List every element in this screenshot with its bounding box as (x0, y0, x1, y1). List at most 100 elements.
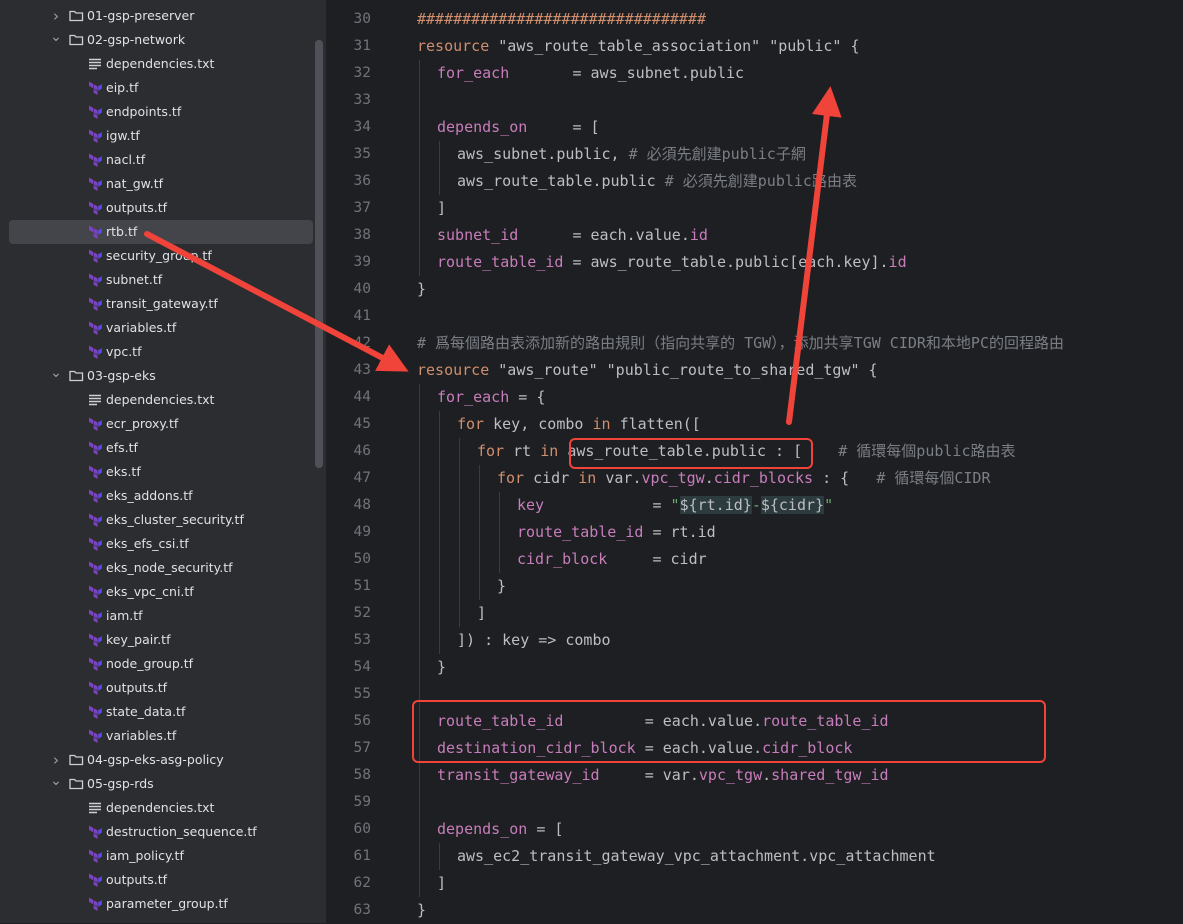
tree-file[interactable]: nacl.tf (0, 148, 326, 172)
code-line: ] (437, 195, 446, 222)
code-line: for key, combo in flatten([ (457, 411, 701, 438)
line-number: 40 (353, 281, 371, 297)
terraform-file-icon (87, 316, 103, 340)
tree-file[interactable]: key_pair.tf (0, 628, 326, 652)
terraform-file-icon (87, 508, 103, 532)
tree-file[interactable]: dependencies.txt (0, 796, 326, 820)
chevron-down-icon[interactable]: ⌄ (50, 364, 62, 382)
code-line: ] (437, 870, 446, 897)
tree-item-label: dependencies.txt (106, 800, 215, 815)
tree-file[interactable]: outputs.tf (0, 676, 326, 700)
folder-icon (68, 748, 84, 772)
tree-file[interactable]: dependencies.txt (0, 52, 326, 76)
code-token: } (497, 577, 507, 595)
code-token: cidr_blocks (713, 469, 814, 487)
tree-file[interactable]: subnet.tf (0, 268, 326, 292)
tree-item-label: outputs.tf (106, 200, 168, 215)
terraform-file-icon (87, 76, 103, 100)
tree-file[interactable]: parameter_group.tf (0, 892, 326, 916)
tree-file[interactable]: state_data.tf (0, 700, 326, 724)
code-line: } (417, 276, 426, 303)
code-token: ] (437, 199, 447, 217)
tree-item-label: nacl.tf (106, 152, 146, 167)
tree-item-label: security_group.tf (106, 248, 212, 263)
tree-item-label: destruction_sequence.tf (106, 824, 257, 839)
line-number: 49 (353, 524, 371, 540)
tree-file[interactable]: variables.tf (0, 316, 326, 340)
code-editor[interactable]: 30 ################################ 31 reso… (326, 0, 1183, 923)
line-number: 44 (353, 389, 371, 405)
terraform-file-icon (87, 724, 103, 748)
line-number: 55 (353, 686, 371, 702)
chevron-down-icon[interactable]: ⌄ (50, 772, 62, 790)
indent-guide (459, 438, 460, 627)
line-number: 60 (353, 821, 371, 837)
tree-file[interactable]: outputs.tf (0, 868, 326, 892)
tree-item-label: endpoints.tf (106, 104, 182, 119)
code-token: subnet_id (437, 226, 519, 244)
tree-file[interactable]: nat_gw.tf (0, 172, 326, 196)
tree-file[interactable]: igw.tf (0, 124, 326, 148)
code-line: ]) : key => combo (457, 627, 611, 654)
terraform-file-icon (87, 244, 103, 268)
tree-item-label: transit_gateway.tf (106, 296, 218, 311)
terraform-file-icon (87, 676, 103, 700)
tree-item-label: eks_addons.tf (106, 488, 193, 503)
tree-item-label: rtb.tf (106, 224, 138, 239)
chevron-right-icon[interactable]: › (50, 748, 62, 772)
line-number: 43 (353, 362, 371, 378)
tree-file[interactable]: endpoints.tf (0, 100, 326, 124)
tree-folder[interactable]: › 04-gsp-eks-asg-policy (0, 748, 326, 772)
line-number: 51 (353, 578, 371, 594)
tree-item-label: eip.tf (106, 80, 139, 95)
code-token: id (689, 226, 708, 244)
tree-file[interactable]: eip.tf (0, 76, 326, 100)
terraform-file-icon (87, 580, 103, 604)
code-token: route_table_id (437, 253, 564, 271)
tree-folder[interactable]: ⌄ 03-gsp-eks (0, 364, 326, 388)
tree-file[interactable]: eks_vpc_cni.tf (0, 580, 326, 604)
sidebar-scrollbar[interactable] (315, 40, 323, 468)
code-token: var. (605, 469, 642, 487)
code-line: aws_route_table.public # 必須先創建public路由表 (457, 168, 857, 195)
tree-file[interactable]: ecr_proxy.tf (0, 412, 326, 436)
tree-file[interactable]: eks_addons.tf (0, 484, 326, 508)
project-tree: › 01-gsp-preserver ⌄ 02-gsp-network dependen… (0, 4, 326, 916)
terraform-file-icon (87, 268, 103, 292)
tree-file[interactable]: eks_node_security.tf (0, 556, 326, 580)
tree-file[interactable]: node_group.tf (0, 652, 326, 676)
tree-item-label: iam.tf (106, 608, 143, 623)
tree-file[interactable]: iam_policy.tf (0, 844, 326, 868)
tree-file[interactable]: vpc.tf (0, 340, 326, 364)
terraform-file-icon (87, 820, 103, 844)
code-token: depends_on (437, 118, 528, 136)
tree-file[interactable]: efs.tf (0, 436, 326, 460)
code-token: = cidr (607, 550, 707, 568)
tree-file[interactable]: variables.tf (0, 724, 326, 748)
code-token: aws_subnet.public, (457, 145, 629, 163)
tree-file[interactable]: dependencies.txt (0, 388, 326, 412)
tree-folder[interactable]: ⌄ 02-gsp-network (0, 28, 326, 52)
tree-file[interactable]: security_group.tf (0, 244, 326, 268)
tree-file[interactable]: iam.tf (0, 604, 326, 628)
chevron-down-icon[interactable]: ⌄ (50, 28, 62, 46)
code-line: depends_on = [ (437, 114, 600, 141)
line-number: 39 (353, 254, 371, 270)
line-number: 63 (353, 902, 371, 918)
tree-file[interactable]: eks_cluster_security.tf (0, 508, 326, 532)
tree-folder[interactable]: › 01-gsp-preserver (0, 4, 326, 28)
tree-file[interactable]: eks_efs_csi.tf (0, 532, 326, 556)
code-token: = each.value. (518, 226, 690, 244)
terraform-file-icon (87, 628, 103, 652)
code-token: vpc_tgw (641, 469, 705, 487)
code-token: for_each (437, 64, 510, 82)
indent-guide (499, 492, 500, 573)
code-line: route_table_id = rt.id (517, 519, 716, 546)
tree-file[interactable]: rtb.tf (0, 220, 326, 244)
tree-file[interactable]: destruction_sequence.tf (0, 820, 326, 844)
tree-file[interactable]: transit_gateway.tf (0, 292, 326, 316)
tree-file[interactable]: eks.tf (0, 460, 326, 484)
chevron-right-icon[interactable]: › (50, 4, 62, 28)
tree-folder[interactable]: ⌄ 05-gsp-rds (0, 772, 326, 796)
tree-file[interactable]: outputs.tf (0, 196, 326, 220)
